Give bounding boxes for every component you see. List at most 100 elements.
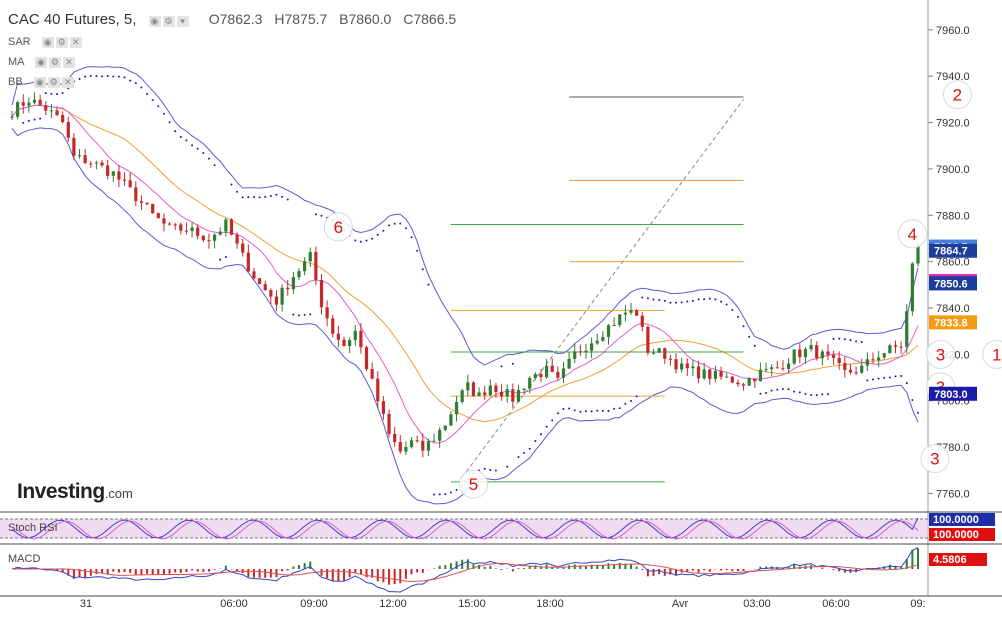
sar-dot (62, 92, 64, 94)
sar-dot (788, 388, 790, 390)
sar-dot (653, 299, 655, 301)
sar-dot (456, 489, 458, 491)
sar-dot (304, 314, 306, 316)
sar-dot (309, 313, 311, 315)
candle-body (815, 345, 818, 358)
indicator-sar[interactable]: SAR ◉⚙✕ (8, 36, 84, 48)
settings-icon[interactable]: ⚙ (56, 37, 68, 48)
candle-body (534, 374, 537, 378)
macd-bar (523, 568, 525, 569)
close-icon[interactable]: ✕ (70, 37, 82, 48)
sar-dot (484, 468, 486, 470)
sar-dot (512, 363, 514, 365)
macd-bar (698, 569, 700, 573)
sar-dot (163, 113, 165, 115)
price-tick-label: 7760.0 (936, 488, 970, 500)
sar-dot (112, 76, 114, 78)
candle-body (500, 392, 503, 396)
sar-dot (146, 93, 148, 95)
sar-dot (439, 493, 441, 495)
sar-dot (185, 139, 187, 141)
macd-bar (112, 569, 114, 572)
candle-body (635, 310, 638, 315)
dropdown-icon[interactable]: ▾ (177, 16, 189, 27)
candle-body (286, 288, 289, 289)
sar-dot (34, 119, 36, 121)
candle-body (22, 102, 25, 105)
low-value: B7860.0 (339, 11, 391, 27)
sar-dot (394, 223, 396, 225)
candle-body (568, 359, 571, 369)
settings-icon[interactable]: ⚙ (48, 77, 60, 88)
candle-body (157, 213, 160, 218)
candle-body (331, 318, 334, 333)
sar-dot (433, 494, 435, 496)
sar-dot (799, 391, 801, 393)
eye-icon[interactable]: ◉ (34, 77, 46, 88)
macd-bar (546, 564, 548, 569)
indicator-bb[interactable]: BB ◉⚙✕ (8, 76, 76, 88)
sar-dot (298, 314, 300, 316)
macd-bar (197, 569, 199, 572)
candle-body (61, 115, 64, 122)
close-icon[interactable]: ✕ (63, 57, 75, 68)
sar-dot (56, 93, 58, 95)
sar-dot (495, 470, 497, 472)
eye-icon[interactable]: ◉ (35, 57, 47, 68)
macd-tag-label: 4.5806 (933, 554, 967, 566)
sar-dot (698, 298, 700, 300)
sar-dot (219, 259, 221, 261)
macd-bar (495, 568, 497, 569)
candle-body (809, 345, 812, 349)
macd-bar (630, 564, 632, 569)
sar-dot (849, 339, 851, 341)
sar-dot (709, 298, 711, 300)
time-tick-label: 18:00 (536, 598, 564, 610)
macd-bar (118, 569, 120, 573)
sar-dot (838, 338, 840, 340)
indicator-ma[interactable]: MA ◉⚙✕ (8, 56, 77, 68)
wave-label-text: 2 (953, 86, 962, 105)
macd-bar (641, 569, 643, 570)
candle-body (629, 310, 632, 312)
candle-body (832, 355, 835, 358)
candle-body (95, 162, 98, 163)
wave-label-text: 3 (936, 345, 945, 364)
sar-dot (129, 80, 131, 82)
settings-icon[interactable]: ⚙ (49, 57, 61, 68)
sar-dot (360, 241, 362, 243)
candle-body (10, 117, 13, 118)
eye-icon[interactable]: ◉ (42, 37, 54, 48)
candle-body (213, 235, 216, 241)
candle-body (798, 350, 801, 358)
sar-dot (230, 184, 232, 186)
candle-body (883, 353, 886, 357)
macd-bar (444, 565, 446, 569)
sar-dot (771, 390, 773, 392)
sar-dot (641, 296, 643, 298)
close-icon[interactable]: ✕ (62, 77, 74, 88)
candle-body (376, 379, 379, 402)
eye-icon[interactable]: ◉ (149, 16, 161, 27)
macd-bar (377, 569, 379, 581)
sar-dot (180, 136, 182, 138)
macd-bar (737, 569, 739, 571)
sar-dot (259, 196, 261, 198)
candle-body (506, 389, 509, 396)
sar-dot (861, 341, 863, 343)
settings-icon[interactable]: ⚙ (163, 16, 175, 27)
wave-label-text: 6 (334, 218, 343, 237)
candle-body (258, 278, 261, 284)
candle-body (432, 441, 435, 442)
macd-bar (512, 569, 514, 571)
sar-dot (140, 86, 142, 88)
sar-dot (292, 314, 294, 316)
sar-dot (236, 191, 238, 193)
sar-dot (169, 121, 171, 123)
candle-body (911, 264, 914, 312)
sar-dot (405, 227, 407, 229)
chart-title: CAC 40 Futures, 5, (8, 11, 136, 28)
candle-body (826, 351, 829, 354)
wave-label-text: 4 (908, 225, 917, 244)
candle-body (235, 235, 238, 244)
